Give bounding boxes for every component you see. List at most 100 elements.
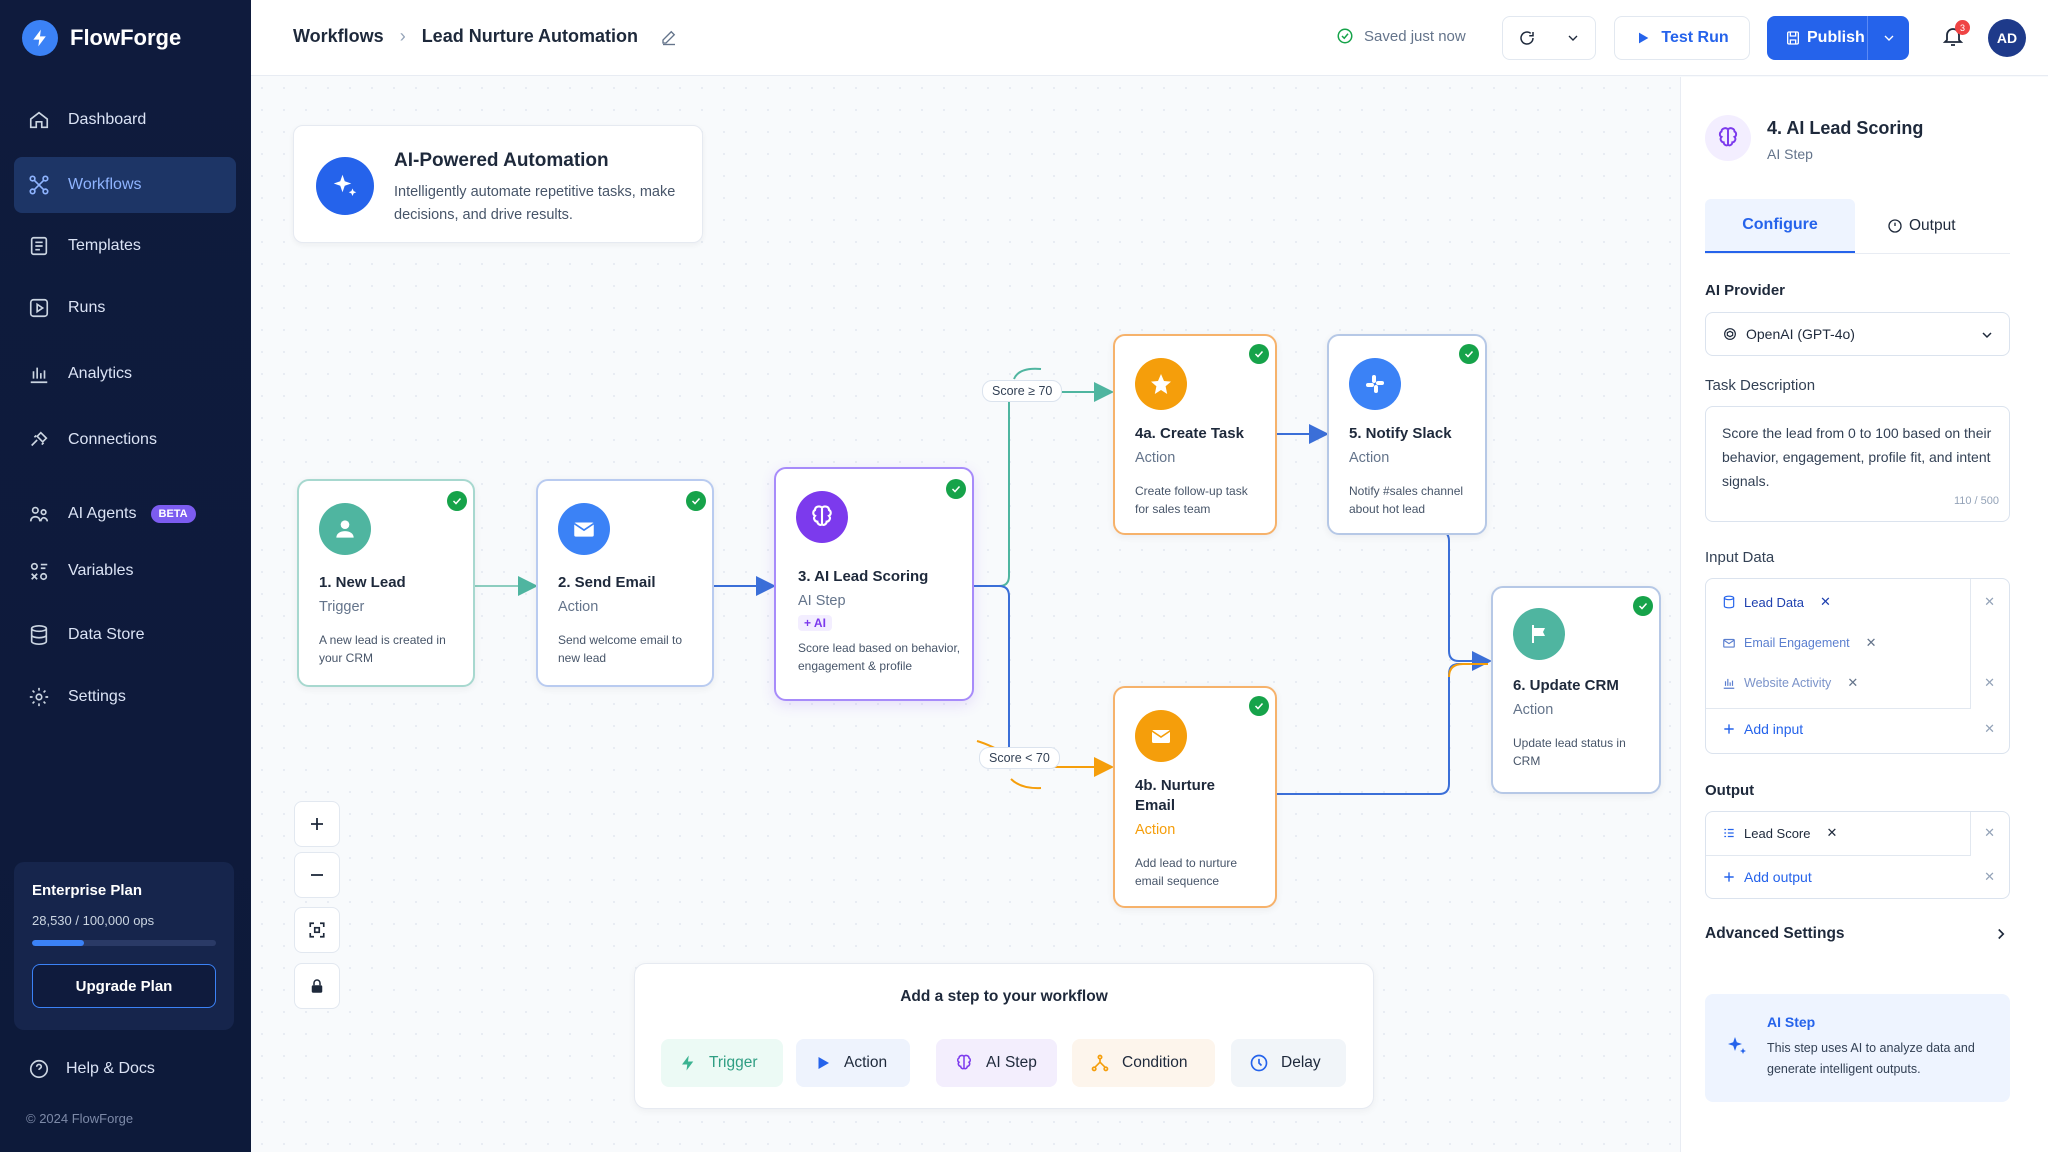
save-status-text: Saved just now — [1364, 27, 1466, 45]
node-title: 4a. Create Task — [1135, 425, 1244, 442]
edge-slack-to-crm — [1433, 530, 1492, 671]
provider-select[interactable]: OpenAI (GPT-4o) — [1705, 312, 2010, 356]
sidebar-item-connections[interactable]: Connections — [14, 412, 236, 468]
branch-icon — [1091, 1054, 1109, 1072]
remove-row-icon[interactable]: ✕ — [1984, 594, 1995, 610]
avatar[interactable]: AD — [1988, 19, 2026, 57]
add-trigger-button[interactable]: Trigger — [661, 1039, 783, 1087]
workflow-canvas[interactable]: AI-Powered Automation Intelligently auto… — [251, 77, 1679, 1152]
lock-canvas-button[interactable] — [294, 963, 340, 1009]
tab-output[interactable]: Output — [1875, 199, 2015, 253]
output-chip-lead-score[interactable]: Lead Score ✕ — [1722, 825, 1837, 841]
publish-options-toggle[interactable] — [1867, 16, 1909, 60]
chevron-down-icon — [1884, 35, 1893, 41]
user-icon — [319, 503, 371, 555]
remove-icon[interactable]: ✕ — [1847, 675, 1858, 691]
node-create-task[interactable]: 4a. Create Task Action Create follow-up … — [1113, 334, 1277, 535]
notifications-button[interactable]: 3 — [1941, 20, 1970, 53]
edge-label-low-score[interactable]: Score < 70 — [979, 747, 1060, 769]
plan-title: Enterprise Plan — [32, 882, 143, 899]
remove-row-icon[interactable]: ✕ — [1984, 675, 1995, 691]
copyright: © 2024 FlowForge — [26, 1111, 134, 1126]
sidebar-item-ai-agents[interactable]: AI Agents BETA — [14, 486, 236, 542]
add-condition-button[interactable]: Condition — [1072, 1039, 1215, 1087]
node-notify-slack[interactable]: 5. Notify Slack Action Notify #sales cha… — [1327, 334, 1487, 535]
remove-row-icon[interactable]: ✕ — [1984, 825, 1995, 841]
history-control[interactable] — [1502, 16, 1596, 60]
edge-nurture-orange — [1448, 663, 1488, 678]
save-status: Saved just now — [1336, 27, 1466, 45]
notification-count-badge: 3 — [1955, 20, 1970, 35]
node-new-lead[interactable]: 1. New Lead Trigger A new lead is create… — [297, 479, 475, 687]
remove-icon[interactable]: ✕ — [1820, 594, 1831, 610]
edit-pencil-icon[interactable] — [660, 28, 678, 46]
node-type: Action — [1349, 450, 1390, 466]
sidebar-item-dashboard[interactable]: Dashboard — [14, 92, 236, 148]
sidebar-item-settings[interactable]: Settings — [14, 669, 236, 725]
top-bar: Workflows › Lead Nurture Automation Save… — [251, 0, 2048, 76]
input-chip-label: Website Activity — [1744, 676, 1832, 690]
lock-icon — [311, 979, 323, 993]
tab-configure[interactable]: Configure — [1705, 199, 1855, 253]
advanced-settings-toggle[interactable]: Advanced Settings — [1705, 925, 2010, 943]
input-chip-label: Email Engagement — [1744, 636, 1850, 650]
sidebar-item-analytics[interactable]: Analytics — [14, 346, 236, 402]
node-nurture-email[interactable]: 4b. Nurture Email Action Add lead to nur… — [1113, 686, 1277, 908]
zoom-out-button[interactable] — [294, 852, 340, 898]
fit-view-button[interactable] — [294, 907, 340, 953]
bar-chart-icon — [1723, 678, 1735, 689]
input-chip-lead-data[interactable]: Lead Data ✕ — [1722, 594, 1831, 610]
upgrade-plan-button[interactable]: Upgrade Plan — [32, 964, 216, 1008]
add-delay-button[interactable]: Delay — [1231, 1039, 1346, 1087]
plus-icon — [311, 818, 323, 830]
add-output-button[interactable]: Add output — [1722, 869, 1812, 885]
task-description-textarea[interactable]: Score the lead from 0 to 100 based on th… — [1705, 406, 2010, 522]
bar-chart-icon — [30, 367, 48, 384]
check-icon — [686, 491, 706, 511]
input-chip-website-activity[interactable]: Website Activity ✕ — [1722, 675, 1858, 691]
sidebar-item-data-store[interactable]: Data Store — [14, 607, 236, 663]
remove-icon[interactable]: ✕ — [1827, 825, 1838, 841]
refresh-icon[interactable] — [1518, 29, 1536, 47]
lightning-icon — [682, 1055, 694, 1071]
brand[interactable]: FlowForge — [22, 20, 181, 56]
add-input-label: Add input — [1744, 721, 1804, 737]
sidebar-item-label: Settings — [68, 688, 126, 705]
output-chip-label: Lead Score — [1744, 825, 1811, 841]
task-description-value: Score the lead from 0 to 100 based on th… — [1722, 425, 1992, 489]
node-description: Send welcome email to new lead — [558, 633, 683, 665]
chevron-down-icon[interactable] — [1565, 30, 1581, 46]
template-icon — [30, 236, 48, 256]
input-chip-email-engagement[interactable]: Email Engagement ✕ — [1722, 635, 1877, 651]
add-action-button[interactable]: Action — [796, 1039, 910, 1087]
sidebar-item-variables[interactable]: Variables — [14, 543, 236, 599]
add-input-button[interactable]: Add input — [1722, 721, 1803, 737]
sidebar-item-workflows[interactable]: Workflows — [14, 157, 236, 213]
add-ai-step-button[interactable]: AI Step — [936, 1039, 1057, 1087]
brain-icon — [1705, 115, 1751, 161]
publish-button[interactable]: Publish — [1767, 16, 1909, 60]
remove-icon[interactable]: ✕ — [1866, 635, 1877, 651]
test-run-button[interactable]: Test Run — [1614, 16, 1750, 60]
sidebar-item-label: Templates — [68, 237, 141, 254]
node-update-crm[interactable]: 6. Update CRM Action Update lead status … — [1491, 586, 1661, 794]
sidebar-item-templates[interactable]: Templates — [14, 218, 236, 274]
node-ai-lead-scoring[interactable]: 3. AI Lead Scoring AI Step + AI Score le… — [774, 467, 974, 701]
envelope-icon — [558, 503, 610, 555]
tab-output-label: Output — [1909, 217, 1956, 234]
zoom-in-button[interactable] — [294, 801, 340, 847]
remove-row-icon[interactable]: ✕ — [1984, 869, 1995, 885]
agents-icon — [29, 506, 49, 522]
breadcrumb-workflows[interactable]: Workflows — [293, 26, 384, 47]
node-title: 6. Update CRM — [1513, 677, 1619, 694]
sidebar-item-label: Dashboard — [68, 111, 147, 128]
sidebar-item-runs[interactable]: Runs — [14, 280, 236, 336]
chevron-down-icon — [1982, 332, 1992, 339]
help-docs-link[interactable]: Help & Docs — [28, 1058, 155, 1080]
edge-label-high-score[interactable]: Score ≥ 70 — [982, 380, 1063, 402]
node-send-email[interactable]: 2. Send Email Action Send welcome email … — [536, 479, 714, 687]
sidebar-item-label: Data Store — [68, 626, 145, 643]
provider-value: OpenAI (GPT-4o) — [1746, 326, 1855, 342]
usage-bar-fill — [32, 940, 85, 946]
remove-row-icon[interactable]: ✕ — [1984, 721, 1995, 737]
